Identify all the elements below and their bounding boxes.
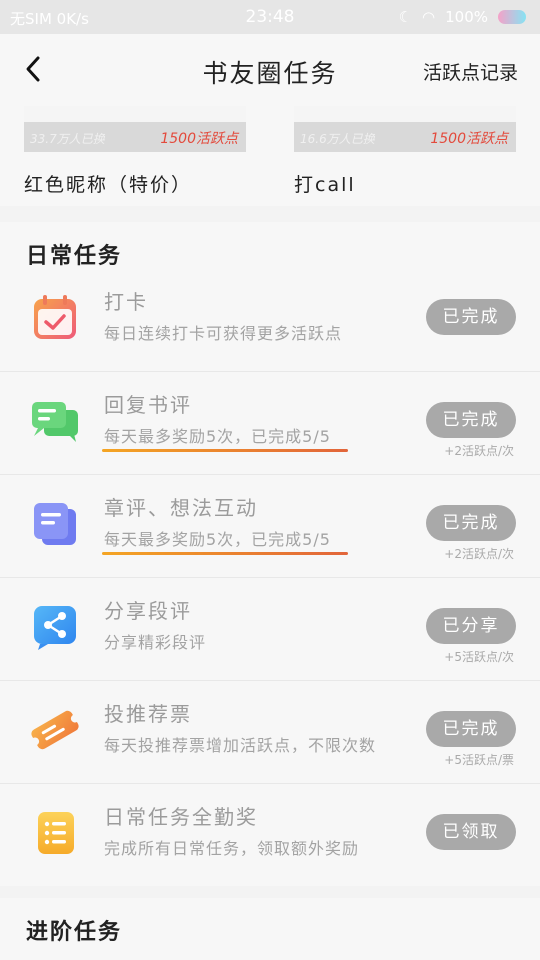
reward-cards: 33.7万人已换 1500活跃点 红色昵称（特价） 16.6万人已换 1500活… — [0, 106, 540, 206]
task-name: 日常任务全勤奖 — [104, 805, 258, 829]
task-item: 章评、想法互动 每天最多奖励5次，已完成5/5 已完成 +2活跃点/次 — [0, 475, 540, 578]
task-name: 投推荐票 — [104, 702, 192, 726]
task-status-button[interactable]: 已完成 — [426, 299, 516, 335]
task-name: 章评、想法互动 — [104, 496, 258, 520]
status-bar: 无SIM 0K/s 23:48 ☾ ◠ 100% — [0, 0, 540, 34]
section-title: 日常任务 — [26, 244, 123, 269]
advanced-tasks-section: 进阶任务 — [0, 898, 540, 960]
task-status-button[interactable]: 已分享 — [426, 608, 516, 644]
task-progress-bar — [102, 449, 348, 452]
reward-image: 16.6万人已换 1500活跃点 — [294, 106, 516, 152]
ticket-icon — [31, 710, 79, 750]
header: 书友圈任务 活跃点记录 — [0, 34, 540, 106]
daily-tasks-section: 日常任务 打卡 每日连续打卡可获得更多活跃点 已完成 回复书评 每天最多奖励5次… — [0, 222, 540, 886]
calendar-check-icon — [34, 295, 76, 339]
task-reward: +5活跃点/票 — [444, 753, 514, 767]
reward-card[interactable]: 33.7万人已换 1500活跃点 红色昵称（特价） — [24, 106, 246, 197]
task-desc: 分享精彩段评 — [104, 633, 207, 652]
wifi-icon: ◠ — [422, 8, 436, 26]
task-status-button[interactable]: 已完成 — [426, 711, 516, 747]
task-desc: 每天投推荐票增加活跃点，不限次数 — [104, 736, 377, 755]
task-desc: 每天最多奖励5次，已完成5/5 — [104, 530, 331, 549]
task-reward: +2活跃点/次 — [444, 444, 514, 458]
task-item: 分享段评 分享精彩段评 已分享 +5活跃点/次 — [0, 578, 540, 681]
reward-image: 33.7万人已换 1500活跃点 — [24, 106, 246, 152]
task-name: 分享段评 — [104, 599, 192, 623]
reward-card[interactable]: 16.6万人已换 1500活跃点 打call — [294, 106, 516, 197]
task-name: 打卡 — [104, 290, 148, 314]
list-icon — [38, 812, 74, 854]
reward-points: 1500活跃点 — [430, 131, 508, 147]
task-item: 打卡 每日连续打卡可获得更多活跃点 已完成 — [0, 269, 540, 372]
reward-name: 红色昵称（特价） — [24, 174, 193, 196]
exchange-count: 33.7万人已换 — [30, 132, 105, 146]
task-item: 日常任务全勤奖 完成所有日常任务，领取额外奖励 已领取 — [0, 784, 540, 887]
task-item: 回复书评 每天最多奖励5次，已完成5/5 已完成 +2活跃点/次 — [0, 372, 540, 475]
note-cards-icon — [34, 503, 76, 545]
battery-icon — [498, 10, 526, 24]
section-title: 进阶任务 — [26, 920, 123, 945]
task-desc: 每天最多奖励5次，已完成5/5 — [104, 427, 331, 446]
task-item: 投推荐票 每天投推荐票增加活跃点，不限次数 已完成 +5活跃点/票 — [0, 681, 540, 784]
task-desc: 完成所有日常任务，领取额外奖励 — [104, 839, 360, 858]
chat-bubbles-icon — [32, 402, 78, 442]
share-icon — [34, 606, 76, 650]
task-reward: +5活跃点/次 — [444, 650, 514, 664]
exchange-count: 16.6万人已换 — [300, 132, 375, 146]
task-status-button[interactable]: 已完成 — [426, 505, 516, 541]
task-desc: 每日连续打卡可获得更多活跃点 — [104, 324, 343, 343]
task-status-button[interactable]: 已完成 — [426, 402, 516, 438]
reward-points: 1500活跃点 — [160, 131, 238, 147]
task-status-button[interactable]: 已领取 — [426, 814, 516, 850]
battery-percent: 100% — [445, 8, 488, 26]
task-progress-bar — [102, 552, 348, 555]
activity-record-link[interactable]: 活跃点记录 — [423, 58, 518, 85]
reward-name: 打call — [294, 174, 356, 196]
moon-icon: ☾ — [398, 8, 413, 26]
task-name: 回复书评 — [104, 393, 192, 417]
task-reward: +2活跃点/次 — [444, 547, 514, 561]
